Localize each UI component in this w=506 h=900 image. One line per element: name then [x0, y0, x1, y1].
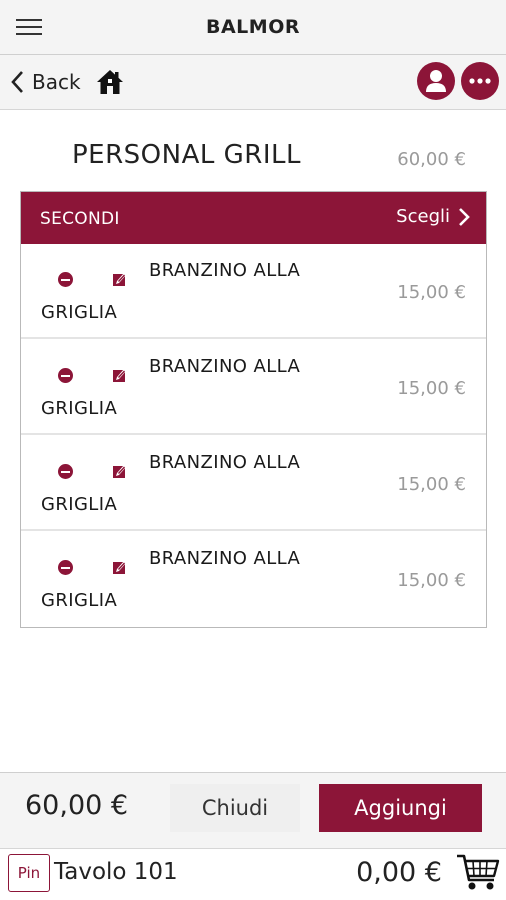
home-icon[interactable] — [95, 67, 125, 97]
item-price: 15,00 € — [397, 282, 466, 303]
item-name: BRANZINO ALLA — [149, 452, 301, 473]
list-item: BRANZINO ALLA GRIGLIA 15,00 € — [21, 340, 486, 435]
list-item: BRANZINO ALLA GRIGLIA 15,00 € — [21, 532, 486, 627]
edit-icon[interactable] — [113, 368, 127, 382]
bottom-bar: Pin Tavolo 101 0,00 € — [0, 848, 506, 900]
edit-icon[interactable] — [113, 464, 127, 478]
list-item: BRANZINO ALLA GRIGLIA 15,00 € — [21, 436, 486, 531]
item-name: BRANZINO ALLA — [149, 356, 301, 377]
list-item: BRANZINO ALLA GRIGLIA 15,00 € — [21, 244, 486, 339]
add-button[interactable]: Aggiungi — [319, 784, 482, 832]
more-dots-icon — [469, 78, 491, 84]
app-title: BALMOR — [206, 16, 300, 38]
group-name: SECONDI — [40, 209, 120, 229]
back-label: Back — [32, 70, 81, 94]
top-bar: BALMOR — [0, 0, 506, 55]
item-name: BRANZINO ALLA — [149, 260, 301, 281]
pin-button[interactable]: Pin — [8, 854, 50, 892]
group-header: SECONDI Scegli — [21, 192, 486, 244]
item-price: 15,00 € — [397, 474, 466, 495]
item-name-continued: GRIGLIA — [41, 302, 118, 323]
user-icon — [426, 70, 446, 92]
item-name-continued: GRIGLIA — [41, 590, 118, 611]
edit-icon[interactable] — [113, 272, 127, 286]
close-button[interactable]: Chiudi — [170, 784, 300, 832]
remove-icon[interactable] — [58, 368, 73, 383]
product-title: PERSONAL GRILL — [72, 140, 301, 170]
cart-total: 0,00 € — [356, 857, 442, 888]
remove-icon[interactable] — [58, 560, 73, 575]
choose-button[interactable]: Scegli — [396, 206, 470, 227]
options-group: SECONDI Scegli BRANZINO ALLA GRIGLIA 15,… — [20, 191, 487, 628]
edit-icon[interactable] — [113, 560, 127, 574]
remove-icon[interactable] — [58, 464, 73, 479]
item-name: BRANZINO ALLA — [149, 548, 301, 569]
footer-actions: 60,00 € Chiudi Aggiungi — [0, 772, 506, 848]
order-total: 60,00 € — [25, 790, 129, 821]
product-price: 60,00 € — [397, 149, 466, 170]
remove-icon[interactable] — [58, 272, 73, 287]
choose-label: Scegli — [396, 206, 450, 227]
item-name-continued: GRIGLIA — [41, 398, 118, 419]
chevron-right-icon — [459, 207, 470, 226]
cart-icon[interactable] — [456, 853, 500, 893]
chevron-left-icon — [11, 71, 23, 93]
item-name-continued: GRIGLIA — [41, 494, 118, 515]
more-options-button[interactable] — [461, 62, 499, 100]
back-button[interactable]: Back — [10, 67, 81, 97]
user-button[interactable] — [417, 62, 455, 100]
item-price: 15,00 € — [397, 378, 466, 399]
item-price: 15,00 € — [397, 570, 466, 591]
table-label: Tavolo 101 — [54, 859, 178, 885]
